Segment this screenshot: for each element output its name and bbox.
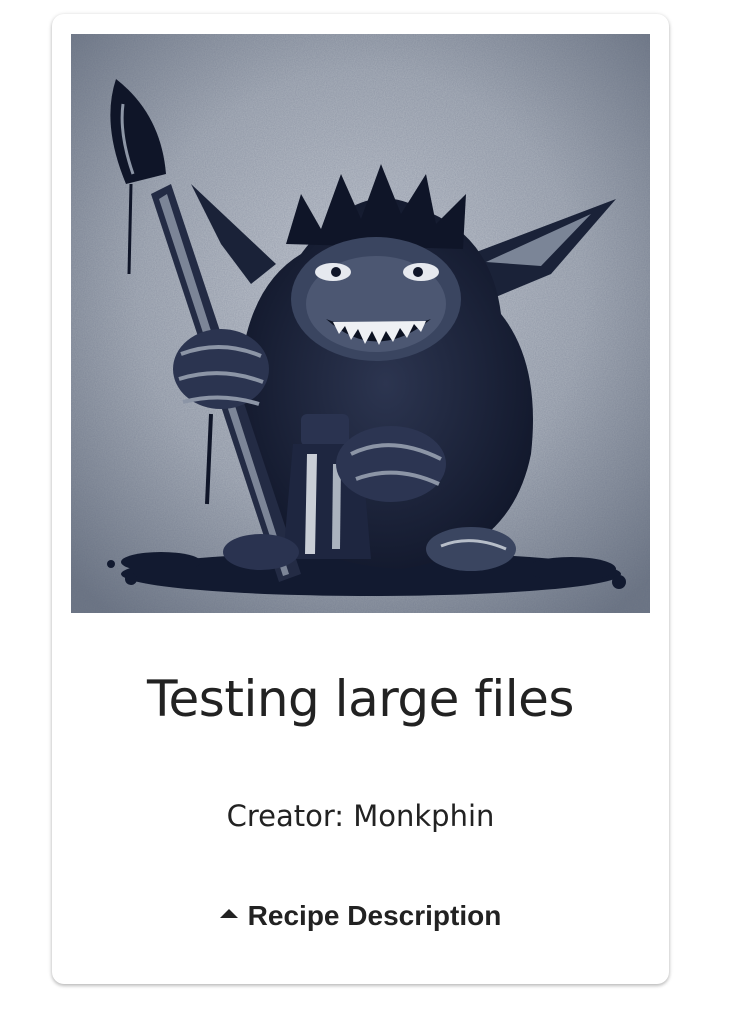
recipe-card: Testing large files Creator: Monkphin Re… xyxy=(52,14,669,984)
caret-up-icon xyxy=(219,909,238,919)
recipe-image xyxy=(71,34,650,613)
recipe-description-toggle[interactable]: Recipe Description xyxy=(52,898,669,934)
recipe-title: Testing large files xyxy=(147,670,574,728)
creator-label: Creator: Monkphin xyxy=(226,799,495,833)
recipe-description-label: Recipe Description xyxy=(247,900,502,931)
goblin-illustration xyxy=(71,34,650,613)
